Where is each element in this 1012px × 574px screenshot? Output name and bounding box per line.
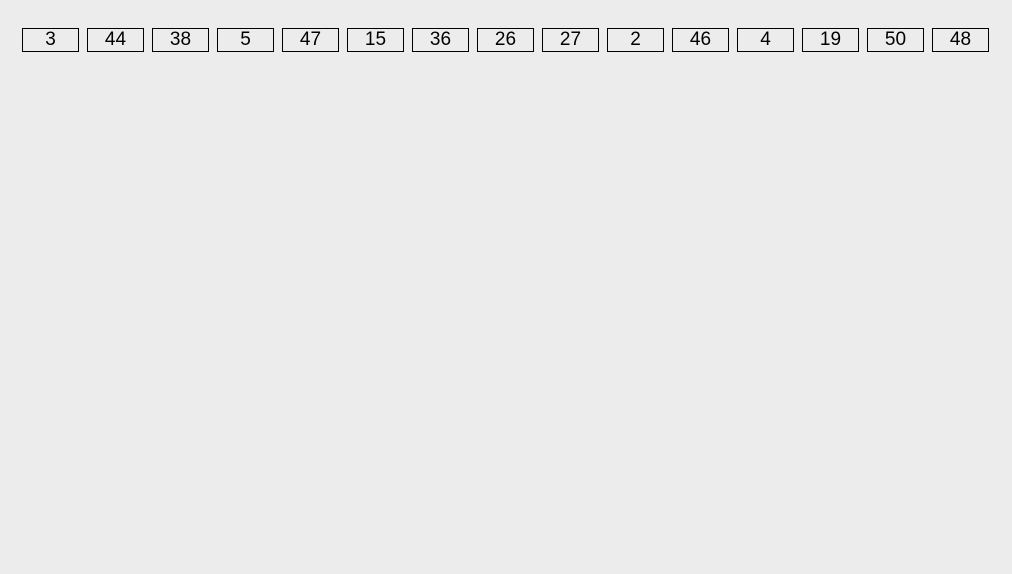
number-button-12[interactable]: 19 (802, 28, 859, 52)
number-button-8[interactable]: 27 (542, 28, 599, 52)
number-button-7[interactable]: 26 (477, 28, 534, 52)
number-button-11[interactable]: 4 (737, 28, 794, 52)
number-button-3[interactable]: 5 (217, 28, 274, 52)
number-button-2[interactable]: 38 (152, 28, 209, 52)
number-button-9[interactable]: 2 (607, 28, 664, 52)
number-button-14[interactable]: 48 (932, 28, 989, 52)
number-button-0[interactable]: 3 (22, 28, 79, 52)
button-row: 3 44 38 5 47 15 36 26 27 2 46 4 19 50 48 (0, 0, 1012, 80)
number-button-6[interactable]: 36 (412, 28, 469, 52)
number-button-5[interactable]: 15 (347, 28, 404, 52)
number-button-4[interactable]: 47 (282, 28, 339, 52)
number-button-13[interactable]: 50 (867, 28, 924, 52)
number-button-10[interactable]: 46 (672, 28, 729, 52)
number-button-1[interactable]: 44 (87, 28, 144, 52)
